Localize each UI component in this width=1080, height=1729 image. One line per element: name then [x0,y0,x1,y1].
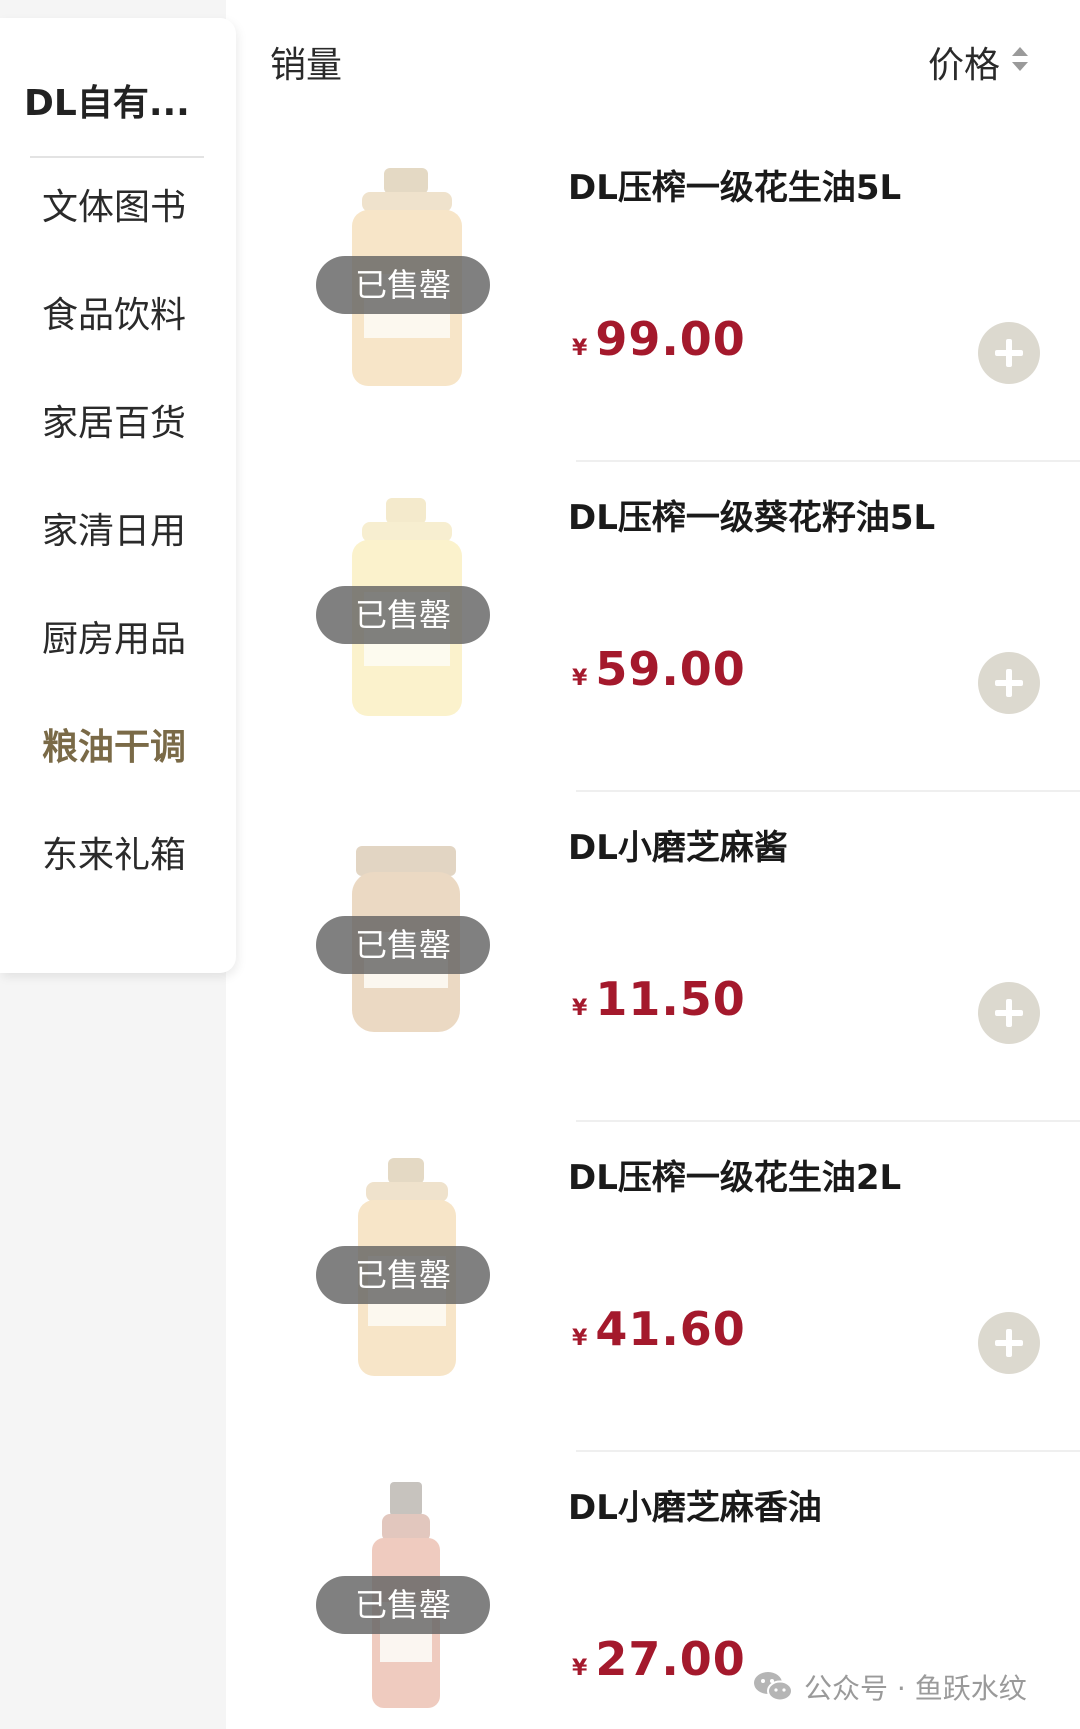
product-list-page: DL自有... 文体图书 食品饮料 家居百货 家清日用 厨房用品 粮油干调 东来… [0,0,1080,1729]
sidebar-divider [30,156,204,158]
sold-out-badge: 已售罄 [316,1576,490,1634]
product-price: ¥41.60 [572,1302,746,1356]
add-to-cart-button[interactable] [978,652,1040,714]
plus-icon [995,999,1023,1027]
product-price: ¥99.00 [572,312,746,366]
watermark: 公众号 · 鱼跃水纹 [752,1666,1027,1708]
product-name[interactable]: DL压榨一级葵花籽油5L [568,490,935,539]
category-item-grain-oil[interactable]: 粮油干调 [42,718,186,770]
price-value: 27.00 [595,1632,746,1686]
sold-out-badge: 已售罄 [316,586,490,644]
price-value: 99.00 [595,312,746,366]
product-price: ¥59.00 [572,642,746,696]
product-card[interactable]: 已售罄 DL压榨一级花生油2L ¥41.60 [236,1122,1080,1452]
product-name[interactable]: DL小磨芝麻香油 [568,1480,822,1529]
price-value: 11.50 [595,972,746,1026]
plus-icon [995,339,1023,367]
currency-symbol: ¥ [572,336,588,361]
product-card[interactable]: 已售罄 DL压榨一级花生油5L ¥99.00 [236,132,1080,462]
add-to-cart-button[interactable] [978,982,1040,1044]
add-to-cart-button[interactable] [978,1312,1040,1374]
wechat-icon [752,1669,794,1705]
price-value: 59.00 [595,642,746,696]
currency-symbol: ¥ [572,1326,588,1351]
sort-arrows-icon[interactable] [1010,44,1030,74]
currency-symbol: ¥ [572,1656,588,1681]
product-price: ¥27.00 [572,1632,746,1686]
category-item-kitchen[interactable]: 厨房用品 [42,610,186,662]
currency-symbol: ¥ [572,996,588,1021]
plus-icon [995,1329,1023,1357]
price-value: 41.60 [595,1302,746,1356]
category-item-gift-box[interactable]: 东来礼箱 [42,826,186,878]
product-price: ¥11.50 [572,972,746,1026]
add-to-cart-button[interactable] [978,322,1040,384]
sold-out-badge: 已售罄 [316,256,490,314]
category-item-home-goods[interactable]: 家居百货 [42,394,186,446]
currency-symbol: ¥ [572,666,588,691]
category-item-cleaning-daily[interactable]: 家清日用 [42,502,186,554]
product-card[interactable]: 已售罄 DL压榨一级葵花籽油5L ¥59.00 [236,462,1080,792]
plus-icon [995,669,1023,697]
category-item-stationery-books[interactable]: 文体图书 [42,178,186,230]
sort-by-sales-button[interactable]: 销量 [270,36,342,88]
product-name[interactable]: DL压榨一级花生油2L [568,1150,901,1199]
product-card[interactable]: 已售罄 DL小磨芝麻酱 ¥11.50 [236,792,1080,1122]
sold-out-badge: 已售罄 [316,916,490,974]
sort-by-price-button[interactable]: 价格 [928,36,1000,88]
category-item-food-drinks[interactable]: 食品饮料 [42,286,186,338]
product-name[interactable]: DL小磨芝麻酱 [568,820,788,869]
sold-out-badge: 已售罄 [316,1246,490,1304]
product-name[interactable]: DL压榨一级花生油5L [568,160,901,209]
watermark-text: 公众号 · 鱼跃水纹 [804,1672,1027,1705]
category-sidebar: DL自有... 文体图书 食品饮料 家居百货 家清日用 厨房用品 粮油干调 东来… [0,18,236,973]
brand-category[interactable]: DL自有... [24,74,190,126]
